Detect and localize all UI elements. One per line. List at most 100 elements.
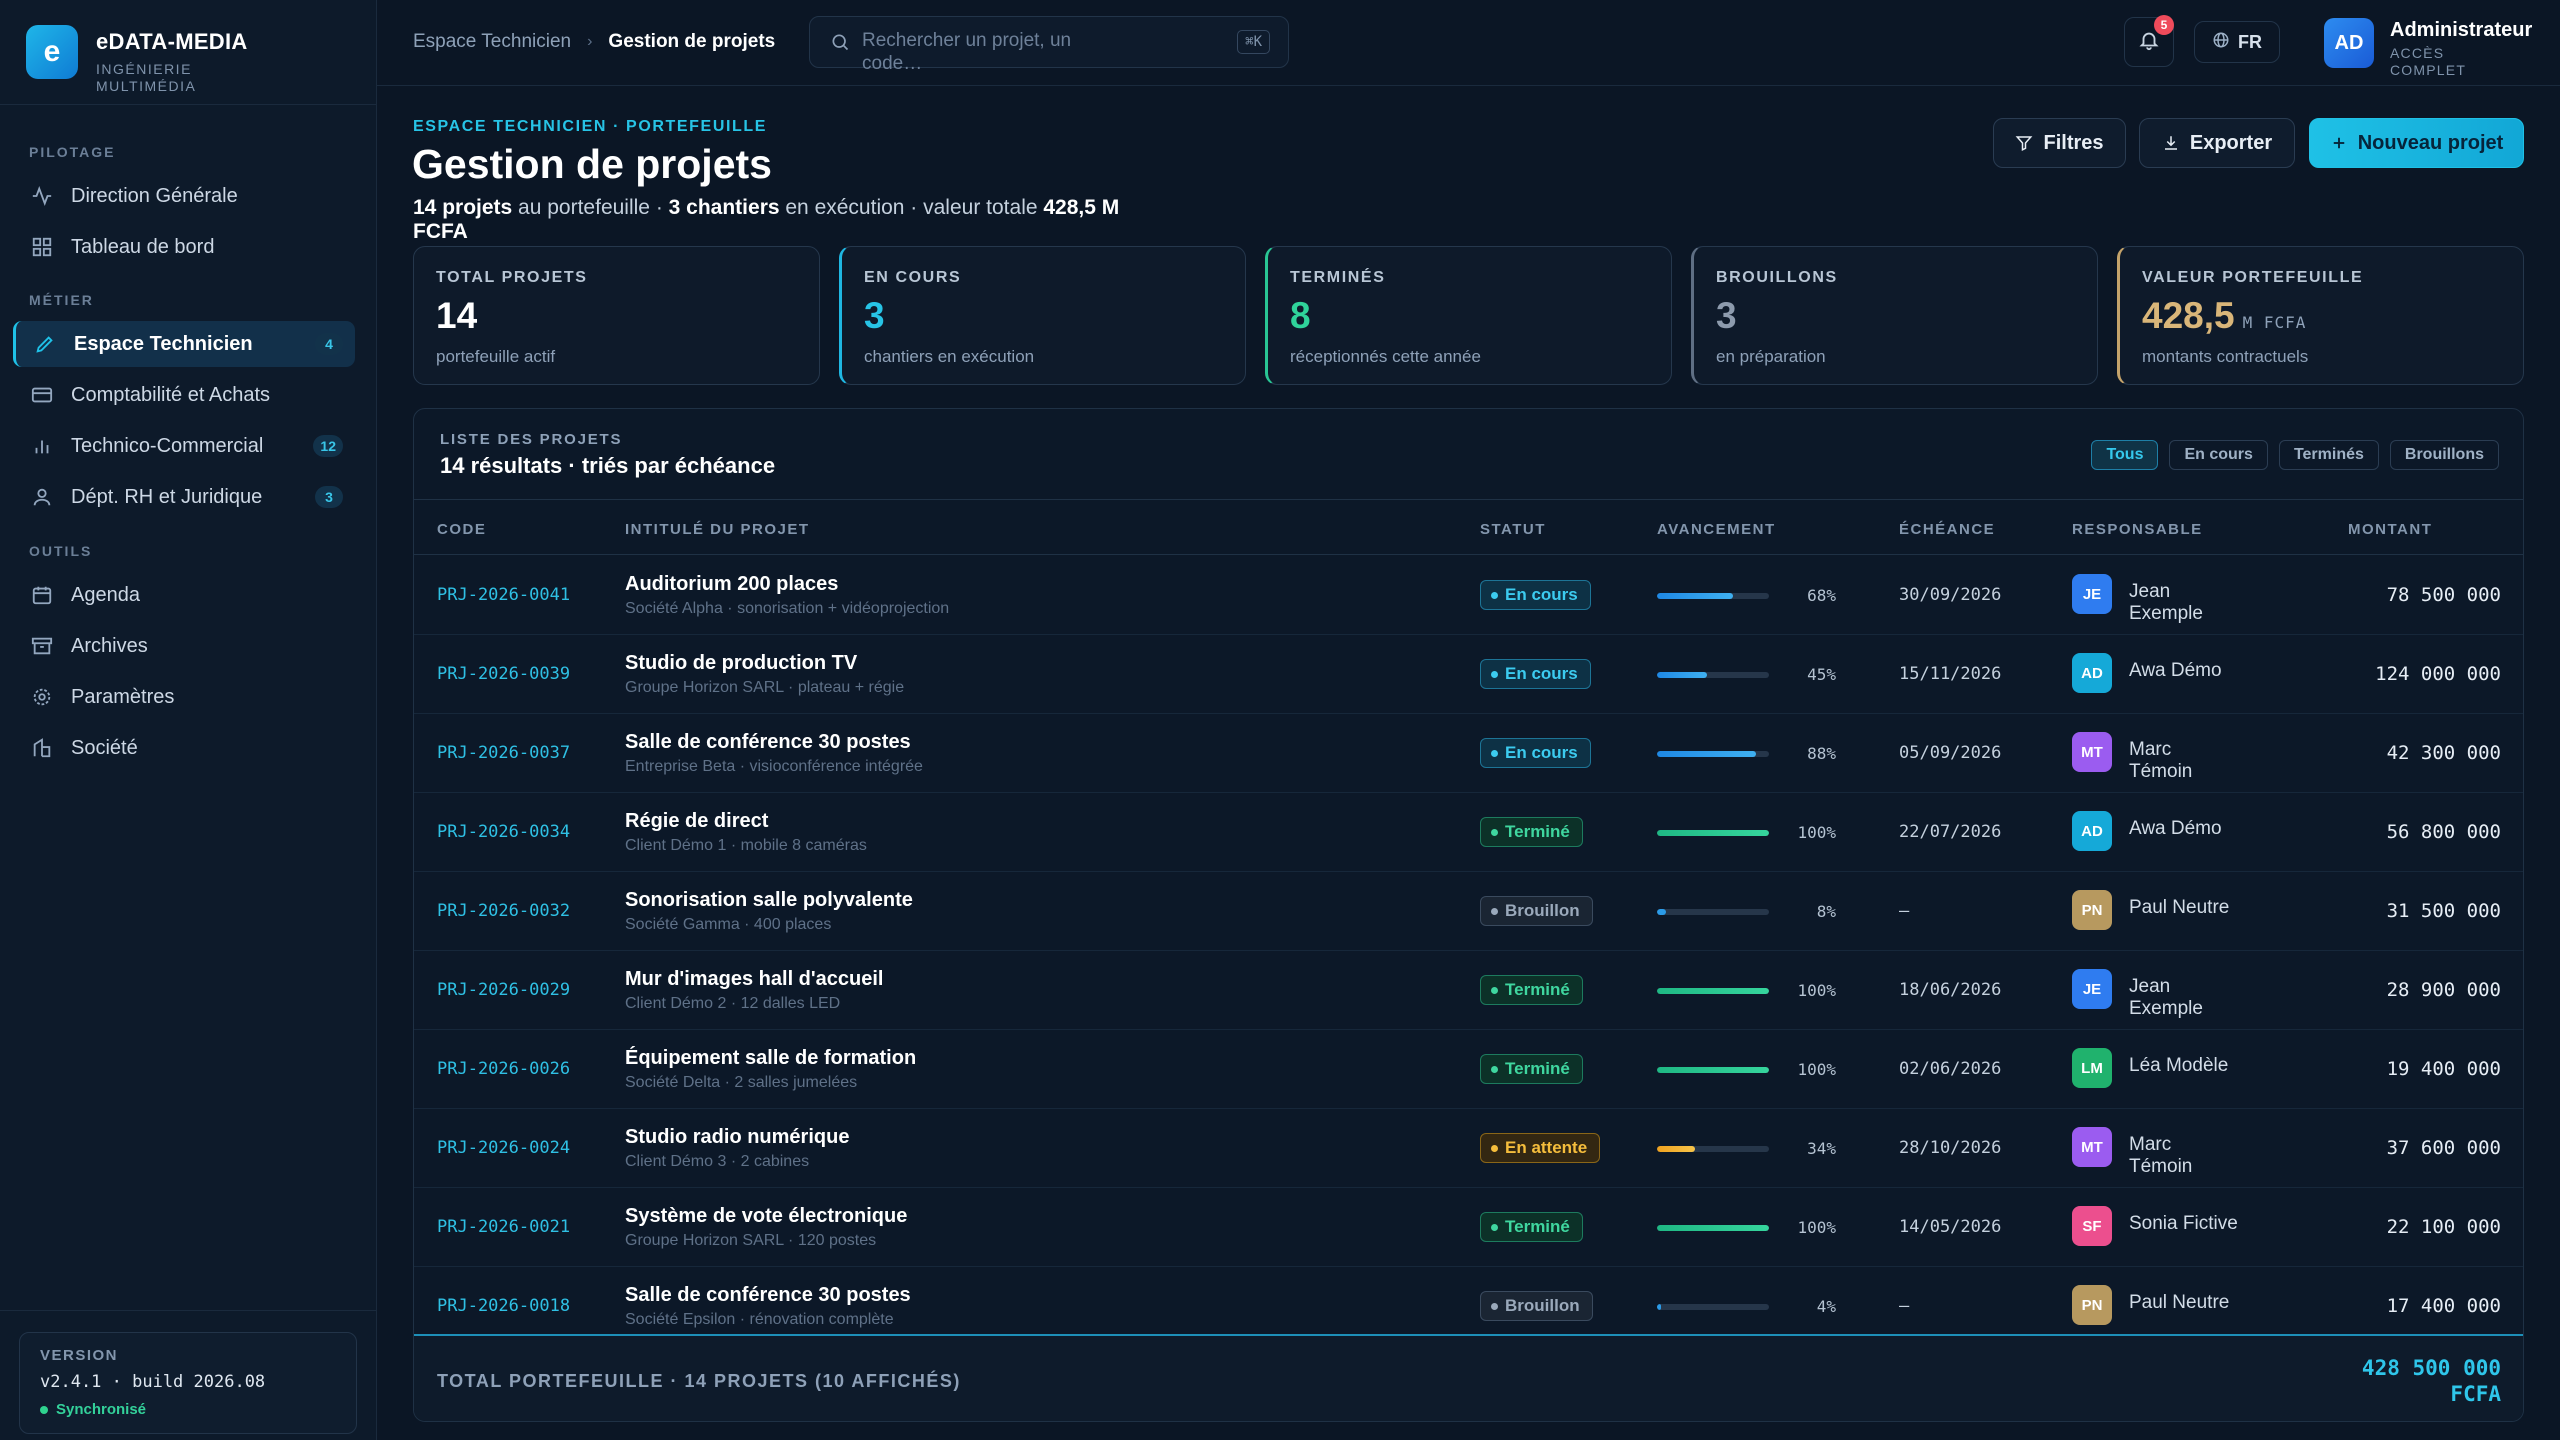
- sidebar-item-agenda[interactable]: Agenda: [13, 572, 355, 618]
- project-name[interactable]: Sonorisation salle polyvalente: [625, 889, 913, 912]
- sidebar-item-parametres[interactable]: Paramètres: [13, 674, 355, 720]
- filter-chip-tous[interactable]: Tous: [2091, 440, 2159, 470]
- table-eyebrow: LISTE DES PROJETS: [440, 431, 623, 448]
- total-amount: 428 500 000 FCFA: [2362, 1355, 2501, 1407]
- projects-table-panel: LISTE DES PROJETS 14 résultats · triés p…: [413, 408, 2524, 1422]
- kpi-value: 14: [436, 295, 797, 337]
- search-input[interactable]: Rechercher un projet, un code… ⌘K: [809, 16, 1289, 74]
- status-dot: [1491, 1302, 1498, 1310]
- export-button[interactable]: Exporter: [2139, 118, 2295, 168]
- user-name[interactable]: Administrateur: [2390, 19, 2532, 42]
- status-dot: [1491, 591, 1498, 599]
- progress-fill: [1657, 1225, 1769, 1231]
- avatar[interactable]: AD: [2324, 18, 2374, 68]
- column-header[interactable]: MONTANT: [2348, 521, 2432, 538]
- filters-button[interactable]: Filtres: [1993, 118, 2126, 168]
- project-code[interactable]: PRJ-2026-0021: [437, 1217, 570, 1237]
- project-name[interactable]: Régie de direct: [625, 810, 768, 833]
- table-row[interactable]: PRJ-2026-0037 Salle de conférence 30 pos…: [414, 714, 2523, 793]
- brand[interactable]: e eDATA-MEDIA INGÉNIERIE MULTIMÉDIA: [26, 25, 248, 95]
- project-name[interactable]: Système de vote électronique: [625, 1205, 907, 1228]
- project-name[interactable]: Studio radio numérique: [625, 1126, 849, 1149]
- filter-chip-en-cours[interactable]: En cours: [2169, 440, 2268, 470]
- table-title: 14 résultats · triés par échéance: [440, 453, 776, 478]
- sidebar-item-technico-commercial[interactable]: Technico-Commercial 12: [13, 423, 355, 469]
- kpi-termines: TERMINÉS 8 réceptionnés cette année: [1265, 246, 1672, 385]
- sidebar-item-label: Dépt. RH et Juridique: [71, 485, 263, 508]
- progress-bar: [1657, 1146, 1769, 1152]
- table-row[interactable]: PRJ-2026-0039 Studio de production TV Gr…: [414, 635, 2523, 714]
- sidebar-item-dashboard[interactable]: Tableau de bord: [13, 224, 355, 270]
- sidebar-item-espace-technicien[interactable]: Espace Technicien 4: [13, 321, 355, 367]
- chevron-right-icon: ›: [587, 33, 593, 50]
- kpi-label: TOTAL PROJETS: [436, 269, 588, 286]
- project-code[interactable]: PRJ-2026-0041: [437, 585, 570, 605]
- project-client: Client Démo 1 · mobile 8 caméras: [625, 837, 867, 854]
- sidebar-item-comptabilite[interactable]: Comptabilité et Achats: [13, 372, 355, 418]
- project-client: Société Epsilon · rénovation complète: [625, 1311, 894, 1328]
- project-code[interactable]: PRJ-2026-0018: [437, 1296, 570, 1316]
- table-row[interactable]: PRJ-2026-0032 Sonorisation salle polyval…: [414, 872, 2523, 951]
- sidebar-item-societe[interactable]: Société: [13, 725, 355, 771]
- project-name[interactable]: Studio de production TV: [625, 652, 857, 675]
- sidebar-item-label: Agenda: [71, 583, 140, 606]
- topbar: Espace Technicien › Gestion de projets R…: [377, 0, 2560, 86]
- table-row[interactable]: PRJ-2026-0026 Équipement salle de format…: [414, 1030, 2523, 1109]
- filter-chip-termines[interactable]: Terminés: [2278, 440, 2379, 470]
- table-row[interactable]: PRJ-2026-0021 Système de vote électroniq…: [414, 1188, 2523, 1267]
- filter-chip-brouillons[interactable]: Brouillons: [2389, 440, 2499, 470]
- project-amount: 42 300 000: [2386, 742, 2501, 764]
- sidebar-item-rh-juridique[interactable]: Dépt. RH et Juridique 3: [13, 474, 355, 520]
- column-header[interactable]: RESPONSABLE: [2072, 521, 2203, 538]
- project-client: Groupe Horizon SARL · plateau + régie: [625, 679, 905, 696]
- project-name[interactable]: Salle de conférence 30 postes: [625, 1284, 911, 1307]
- column-header[interactable]: ÉCHÉANCE: [1899, 521, 1995, 538]
- project-code[interactable]: PRJ-2026-0039: [437, 664, 570, 684]
- project-code[interactable]: PRJ-2026-0029: [437, 980, 570, 1000]
- sidebar-item-direction[interactable]: Direction Générale: [13, 173, 355, 219]
- column-header[interactable]: STATUT: [1480, 521, 1546, 538]
- status-badge: Terminé: [1480, 1054, 1583, 1084]
- new-project-button[interactable]: Nouveau projet: [2309, 118, 2524, 168]
- table-row[interactable]: PRJ-2026-0029 Mur d'images hall d'accuei…: [414, 951, 2523, 1030]
- progress-bar: [1657, 1304, 1769, 1310]
- language-selector[interactable]: FR: [2194, 21, 2280, 63]
- project-code[interactable]: PRJ-2026-0032: [437, 901, 570, 921]
- progress-percent: 88%: [1807, 744, 1836, 763]
- table-row[interactable]: PRJ-2026-0024 Studio radio numérique Cli…: [414, 1109, 2523, 1188]
- kpi-caption: montants contractuels: [2142, 347, 2309, 366]
- sidebar-item-archives[interactable]: Archives: [13, 623, 355, 669]
- progress-fill: [1657, 672, 1708, 678]
- status-badge: Brouillon: [1480, 1291, 1593, 1321]
- page-eyebrow: ESPACE TECHNICIEN · PORTEFEUILLE: [413, 118, 768, 135]
- progress-percent: 100%: [1797, 1060, 1836, 1079]
- project-code[interactable]: PRJ-2026-0034: [437, 822, 570, 842]
- project-code[interactable]: PRJ-2026-0024: [437, 1138, 570, 1158]
- status-badge: Terminé: [1480, 1212, 1583, 1242]
- project-code[interactable]: PRJ-2026-0026: [437, 1059, 570, 1079]
- project-name[interactable]: Salle de conférence 30 postes: [625, 731, 911, 754]
- sidebar-item-label: Technico-Commercial: [71, 434, 264, 457]
- project-name[interactable]: Équipement salle de formation: [625, 1047, 916, 1070]
- column-header[interactable]: CODE: [437, 521, 486, 538]
- progress-bar: [1657, 909, 1769, 915]
- due-date: —: [1899, 901, 1910, 921]
- table-row[interactable]: PRJ-2026-0041 Auditorium 200 places Soci…: [414, 556, 2523, 635]
- breadcrumb-link[interactable]: Espace Technicien: [413, 31, 571, 53]
- status-dot: [1491, 1223, 1498, 1231]
- kpi-value: 428,5 M FCFA: [2142, 295, 2501, 337]
- project-name[interactable]: Mur d'images hall d'accueil: [625, 968, 883, 991]
- due-date: 02/06/2026: [1899, 1059, 2002, 1079]
- sidebar: e eDATA-MEDIA INGÉNIERIE MULTIMÉDIA PILO…: [0, 0, 377, 1440]
- owner-name: Awa Démo: [2129, 660, 2222, 681]
- column-header[interactable]: INTITULÉ DU PROJET: [625, 521, 810, 538]
- table-header: CODE INTITULÉ DU PROJET STATUT AVANCEMEN…: [414, 499, 2523, 555]
- table-row[interactable]: PRJ-2026-0034 Régie de direct Client Dém…: [414, 793, 2523, 872]
- project-code[interactable]: PRJ-2026-0037: [437, 743, 570, 763]
- project-client: Client Démo 2 · 12 dalles LED: [625, 995, 841, 1012]
- project-name[interactable]: Auditorium 200 places: [625, 573, 838, 596]
- progress-bar: [1657, 1067, 1769, 1073]
- status-dot: [1491, 828, 1498, 836]
- kpi-value: 3: [864, 295, 1223, 337]
- column-header[interactable]: AVANCEMENT: [1657, 521, 1776, 538]
